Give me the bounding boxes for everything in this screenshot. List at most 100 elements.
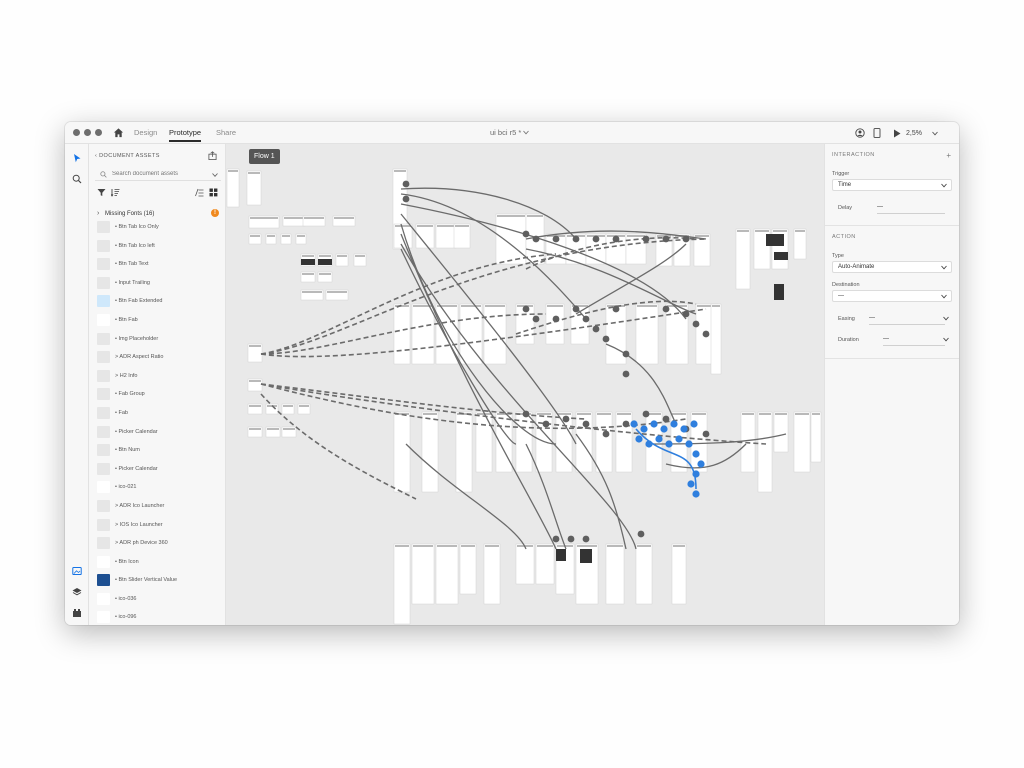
tab-share[interactable]: Share	[216, 128, 236, 137]
zoom-tool-icon[interactable]	[72, 174, 82, 184]
asset-item[interactable]: • Btn Tab Text	[95, 255, 221, 274]
connection-node	[567, 535, 575, 543]
connection-node	[592, 325, 600, 333]
document-title[interactable]: ui bci r5 *	[490, 128, 530, 137]
section-divider	[825, 358, 959, 359]
zoom-window-button[interactable]	[95, 129, 102, 136]
artboard-header	[673, 545, 685, 547]
search-field[interactable]	[95, 168, 221, 181]
tab-prototype[interactable]: Prototype	[169, 128, 202, 142]
layers-icon[interactable]	[72, 587, 82, 597]
asset-item[interactable]: • Btn Num	[95, 441, 221, 460]
asset-item[interactable]: • Picker Calendar	[95, 460, 221, 479]
asset-thumbnail	[97, 574, 110, 587]
tab-design[interactable]: Design	[134, 128, 157, 137]
destination-dropdown[interactable]: —	[832, 290, 952, 302]
artboard	[605, 543, 625, 605]
user-icon[interactable]	[855, 128, 865, 138]
asset-thumbnail	[97, 295, 110, 308]
asset-item[interactable]: • Picker Calendar	[95, 423, 221, 442]
artboard	[710, 303, 722, 375]
connection-node	[622, 350, 630, 358]
prototype-flow-diagram	[226, 168, 822, 625]
artboard-header	[249, 428, 261, 430]
artboard-dark-content	[556, 549, 566, 561]
device-preview-icon[interactable]	[873, 128, 881, 138]
artboard-header	[455, 225, 469, 227]
close-window-button[interactable]	[73, 129, 80, 136]
asset-name: • ico-021	[115, 484, 137, 491]
connection-node	[552, 535, 560, 543]
assets-header[interactable]: ‹ DOCUMENT ASSETS	[95, 153, 160, 159]
trigger-dropdown[interactable]: Time	[832, 179, 952, 191]
asset-item[interactable]: • Img Placeholder	[95, 330, 221, 349]
connection-node	[662, 305, 670, 313]
flow-start-label[interactable]: Flow 1	[249, 149, 280, 164]
artboard	[393, 303, 411, 365]
asset-thumbnail	[97, 239, 110, 252]
asset-item[interactable]: > H2 Info	[95, 367, 221, 386]
sort-icon[interactable]	[111, 188, 120, 197]
asset-name: > ADR ph Device 360	[115, 540, 168, 547]
asset-item[interactable]: • Fab	[95, 404, 221, 423]
artboard-header	[395, 225, 411, 227]
artboard-header	[284, 217, 304, 219]
asset-item[interactable]: • Btn Fab Extended	[95, 292, 221, 311]
asset-item[interactable]: • Fab Group	[95, 385, 221, 404]
asset-item[interactable]: • Btn Tab Ico Only	[95, 218, 221, 237]
search-input[interactable]	[112, 169, 207, 179]
delay-input[interactable]: —	[877, 204, 945, 214]
asset-item[interactable]: • Btn Tab Ico left	[95, 237, 221, 256]
asset-item[interactable]: • ico-021	[95, 478, 221, 497]
prototype-canvas[interactable]: Flow 1	[226, 144, 824, 625]
connection-node	[402, 195, 410, 203]
add-interaction-icon[interactable]: +	[946, 151, 951, 160]
plugins-icon[interactable]	[72, 608, 82, 618]
artboard-dark-content	[774, 284, 784, 300]
asset-name: • Input Trailing	[115, 279, 150, 286]
artboard-header	[759, 413, 771, 415]
zoom-level[interactable]: 2,5%	[906, 130, 922, 137]
asset-item[interactable]: • ico-036	[95, 590, 221, 609]
artboard-header	[712, 305, 720, 307]
selected-connection-node	[670, 420, 678, 428]
asset-item[interactable]: • ico-096	[95, 608, 221, 625]
delay-label: Delay	[838, 205, 853, 211]
chevron-down-icon	[943, 337, 949, 342]
asset-item[interactable]: > ADR Aspect Ratio	[95, 348, 221, 367]
asset-item[interactable]: > IOS Ico Launcher	[95, 516, 221, 535]
assets-panel-icon[interactable]	[72, 566, 82, 576]
artboard-header	[557, 413, 571, 415]
desktop: Design Prototype Share ui bci r5 * 2,5% …	[0, 0, 1024, 768]
asset-item[interactable]: • Btn Fab	[95, 311, 221, 330]
select-tool-icon[interactable]	[72, 153, 82, 163]
filter-icon[interactable]	[97, 188, 106, 197]
duration-row[interactable]: Duration —	[832, 334, 952, 346]
list-view-icon[interactable]	[195, 188, 204, 197]
asset-thumbnail	[97, 388, 110, 401]
type-dropdown[interactable]: Auto-Animate	[832, 261, 952, 273]
asset-item[interactable]: • Btn Icon	[95, 553, 221, 572]
connection-node	[602, 430, 610, 438]
zoom-chevron-icon[interactable]	[932, 131, 938, 136]
asset-name: • Btn Num	[115, 447, 140, 454]
duration-value: —	[883, 336, 945, 346]
chevron-down-icon[interactable]	[212, 172, 218, 178]
artboard-header	[795, 230, 805, 232]
asset-item[interactable]: > ADR ph Device 360	[95, 534, 221, 553]
chevron-down-icon	[523, 130, 530, 135]
asset-name: • Img Placeholder	[115, 335, 159, 342]
play-icon[interactable]	[893, 129, 901, 138]
connection-node	[582, 315, 590, 323]
artboard-header	[637, 545, 651, 547]
easing-row[interactable]: Easing —	[832, 313, 952, 325]
artboard-header	[304, 217, 324, 219]
share-export-icon[interactable]	[208, 151, 217, 160]
asset-item[interactable]: • Input Trailing	[95, 274, 221, 293]
selected-connection-node	[687, 480, 695, 488]
asset-item[interactable]: > ADR Ico Launcher	[95, 497, 221, 516]
home-icon[interactable]	[113, 127, 124, 138]
grid-view-icon[interactable]	[209, 188, 218, 197]
minimize-window-button[interactable]	[84, 129, 91, 136]
asset-item[interactable]: • Btn Slider Vertical Value	[95, 571, 221, 590]
